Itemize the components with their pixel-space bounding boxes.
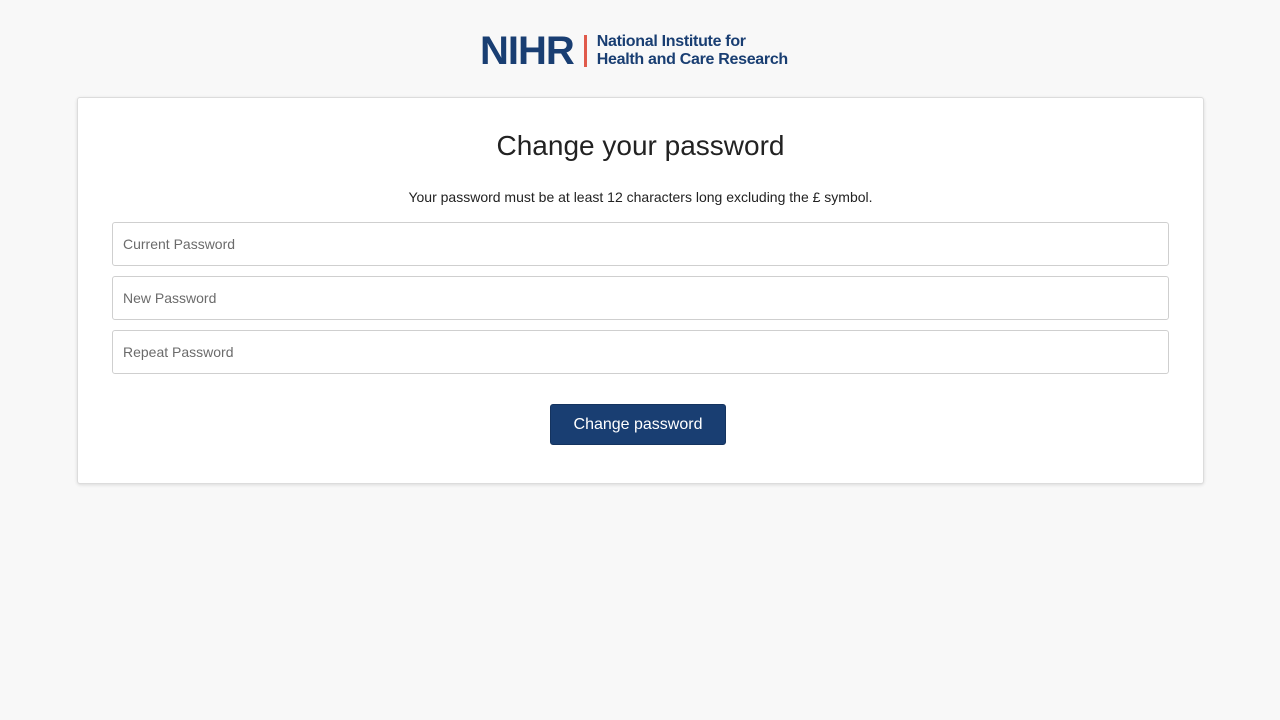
change-password-card: Change your password Your password must … [77, 97, 1204, 484]
new-password-input[interactable] [112, 276, 1169, 320]
logo-acronym: NIHR [480, 29, 575, 73]
nihr-logo: NIHR National Institute for Health and C… [480, 29, 800, 73]
page-title: Change your password [496, 130, 785, 161]
password-requirements-text: Your password must be at least 12 charac… [408, 189, 873, 205]
change-password-button[interactable]: Change password [550, 404, 726, 445]
logo-text: National Institute for Health and Care R… [597, 33, 788, 69]
repeat-password-input[interactable] [112, 330, 1169, 374]
logo-divider [583, 35, 587, 67]
logo-text-line2: Health and Care Research [596, 51, 788, 68]
header: NIHR National Institute for Health and C… [0, 0, 1280, 97]
logo-text-line1: National Institute for [596, 33, 746, 50]
current-password-input[interactable] [112, 222, 1169, 266]
